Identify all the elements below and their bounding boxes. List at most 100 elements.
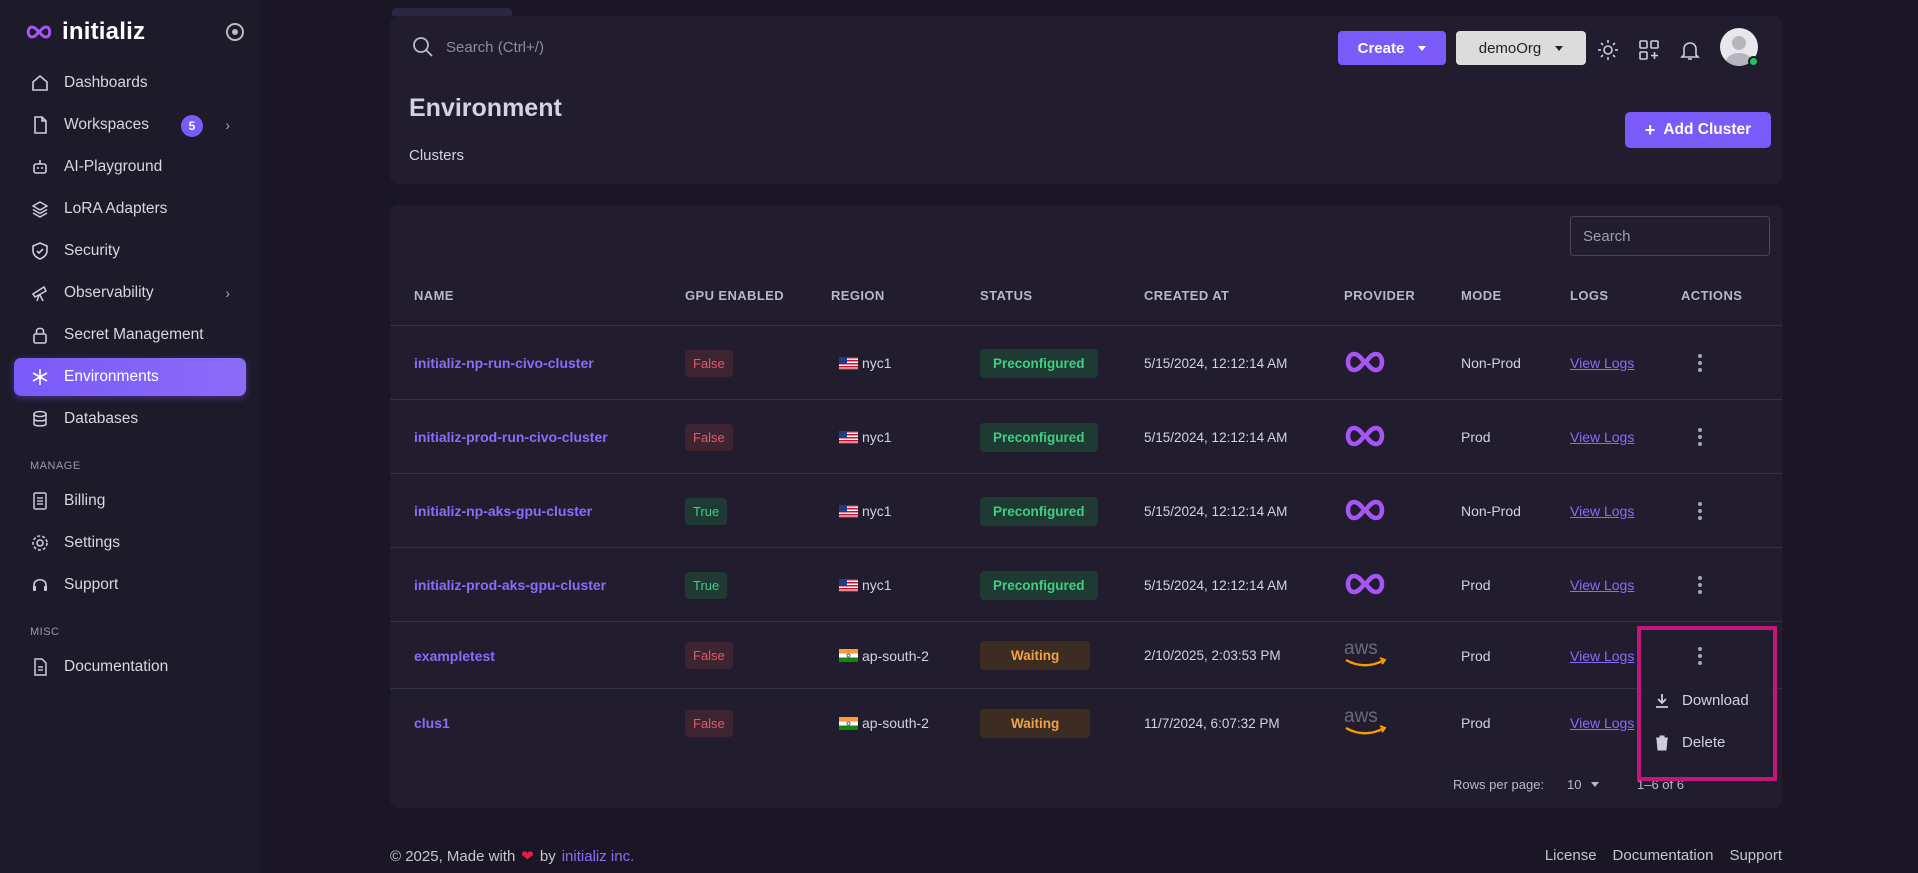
sidebar-item-support[interactable]: Support: [14, 566, 246, 604]
apps-grid-icon[interactable]: [1637, 38, 1661, 62]
flag-in-icon: [839, 649, 858, 662]
org-selector[interactable]: demoOrg: [1456, 31, 1586, 65]
sidebar-collapse-button[interactable]: [226, 23, 244, 41]
mode-text: Non-Prod: [1461, 503, 1521, 519]
footer-link-support[interactable]: Support: [1729, 847, 1782, 864]
theme-toggle-icon[interactable]: [1596, 38, 1620, 62]
status-badge: Waiting: [980, 708, 1091, 738]
view-logs-link[interactable]: View Logs: [1570, 503, 1634, 519]
cluster-name-link[interactable]: initializ-prod-aks-gpu-cluster: [414, 577, 606, 593]
create-button[interactable]: Create: [1338, 31, 1446, 65]
column-header-created[interactable]: CREATED AT: [1144, 288, 1229, 303]
bell-icon[interactable]: [1678, 38, 1702, 62]
page-subtitle: Clusters: [409, 147, 465, 164]
download-menu-item[interactable]: Download: [1654, 692, 1749, 709]
app-logo[interactable]: initializ: [24, 18, 145, 46]
view-logs-link[interactable]: View Logs: [1570, 715, 1634, 731]
sidebar-item-label: Environments: [64, 368, 159, 385]
column-header-provider[interactable]: PROVIDER: [1344, 288, 1415, 303]
flag-us-icon: [839, 356, 858, 370]
view-logs-link[interactable]: View Logs: [1570, 429, 1634, 445]
document-icon: [30, 657, 50, 677]
provider-initializ-icon: [1342, 498, 1388, 525]
sidebar-item-label: LoRA Adapters: [64, 200, 168, 217]
cluster-name-link[interactable]: clus1: [414, 715, 450, 731]
flag-us-icon: [839, 430, 858, 444]
footer-links: License Documentation Support: [1545, 847, 1782, 864]
delete-menu-item[interactable]: Delete: [1654, 734, 1725, 751]
kebab-menu-icon[interactable]: [1698, 502, 1702, 520]
rows-per-page-select[interactable]: 10: [1567, 777, 1600, 792]
page-header: Search (Ctrl+/) Create demoOrg Environme…: [390, 16, 1782, 184]
kebab-menu-icon[interactable]: [1698, 354, 1702, 372]
sidebar-item-secret-management[interactable]: Secret Management: [14, 316, 246, 354]
status-badge: Preconfigured: [980, 570, 1098, 600]
mode-text: Prod: [1461, 715, 1491, 731]
add-cluster-button[interactable]: + Add Cluster: [1625, 112, 1771, 148]
cluster-name-link[interactable]: exampletest: [414, 648, 495, 664]
svg-text:aws: aws: [1344, 706, 1378, 727]
column-header-mode[interactable]: MODE: [1461, 288, 1502, 303]
global-search-input[interactable]: Search (Ctrl+/): [446, 39, 544, 56]
section-label-manage: MANAGE: [30, 460, 81, 472]
cluster-name-link[interactable]: initializ-np-run-civo-cluster: [414, 355, 594, 371]
sidebar-item-label: Security: [64, 242, 120, 259]
gpu-enabled-badge: False: [685, 642, 733, 669]
sidebar-item-workspaces[interactable]: Workspaces 5 ›: [14, 106, 246, 144]
footer-link-documentation[interactable]: Documentation: [1613, 847, 1714, 864]
sidebar-item-lora-adapters[interactable]: LoRA Adapters: [14, 190, 246, 228]
database-icon: [30, 409, 50, 429]
mode-text: Prod: [1461, 647, 1491, 664]
provider-initializ-icon: [1342, 424, 1388, 451]
sidebar-item-observability[interactable]: Observability ›: [14, 274, 246, 312]
global-search[interactable]: Search (Ctrl+/): [412, 36, 544, 58]
search-icon: [413, 37, 433, 57]
download-label: Download: [1682, 692, 1749, 709]
sidebar-item-security[interactable]: Security: [14, 232, 246, 270]
table-row: initializ-prod-run-civo-cluster False nyc1…: [390, 399, 1782, 473]
view-logs-link[interactable]: View Logs: [1570, 355, 1634, 371]
gpu-enabled-badge: True: [685, 497, 728, 525]
sidebar: initializ Dashboards Workspaces 5 › AI-P…: [0, 0, 260, 873]
column-header-region[interactable]: REGION: [831, 288, 885, 303]
sidebar-item-ai-playground[interactable]: AI-Playground: [14, 148, 246, 186]
infinity-logo-icon: [26, 25, 52, 39]
lock-icon: [30, 325, 50, 345]
column-header-gpu[interactable]: GPU ENABLED: [685, 288, 784, 303]
delete-label: Delete: [1682, 734, 1726, 751]
company-link[interactable]: initializ inc.: [562, 848, 635, 865]
created-at-text: 5/15/2024, 12:12:14 AM: [1144, 355, 1288, 371]
sidebar-item-environments[interactable]: Environments: [14, 358, 246, 396]
view-logs-link[interactable]: View Logs: [1570, 648, 1634, 664]
created-at-text: 5/15/2024, 12:12:14 AM: [1144, 429, 1288, 445]
column-header-actions: ACTIONS: [1681, 288, 1743, 303]
kebab-menu-icon[interactable]: [1698, 576, 1702, 594]
table-search-input[interactable]: Search: [1570, 216, 1770, 256]
heart-icon: ❤: [521, 848, 534, 865]
region-text: nyc1: [862, 577, 892, 593]
cluster-name-link[interactable]: initializ-prod-run-civo-cluster: [414, 429, 608, 445]
sidebar-item-label: Documentation: [64, 658, 169, 675]
column-header-logs[interactable]: LOGS: [1570, 288, 1608, 303]
gpu-enabled-badge: True: [685, 571, 728, 599]
column-header-status[interactable]: STATUS: [980, 288, 1032, 303]
sidebar-item-settings[interactable]: Settings: [14, 524, 246, 562]
mode-text: Prod: [1461, 577, 1491, 593]
sidebar-item-label: Observability: [64, 284, 154, 301]
sidebar-item-databases[interactable]: Databases: [14, 400, 246, 438]
sidebar-item-label: Secret Management: [64, 326, 204, 343]
region-text: nyc1: [862, 503, 892, 519]
file-icon: [30, 115, 50, 135]
gpu-enabled-badge: False: [685, 423, 733, 451]
column-header-name[interactable]: NAME: [414, 288, 454, 303]
mode-text: Non-Prod: [1461, 355, 1521, 371]
view-logs-link[interactable]: View Logs: [1570, 577, 1634, 593]
kebab-menu-icon[interactable]: [1698, 428, 1702, 446]
sidebar-item-billing[interactable]: Billing: [14, 482, 246, 520]
footer-link-license[interactable]: License: [1545, 847, 1597, 864]
sidebar-item-dashboards[interactable]: Dashboards: [14, 64, 246, 102]
chevron-right-icon: ›: [225, 285, 230, 301]
created-at-text: 5/15/2024, 12:12:14 AM: [1144, 503, 1288, 519]
sidebar-item-documentation[interactable]: Documentation: [14, 648, 246, 686]
cluster-name-link[interactable]: initializ-np-aks-gpu-cluster: [414, 503, 592, 519]
